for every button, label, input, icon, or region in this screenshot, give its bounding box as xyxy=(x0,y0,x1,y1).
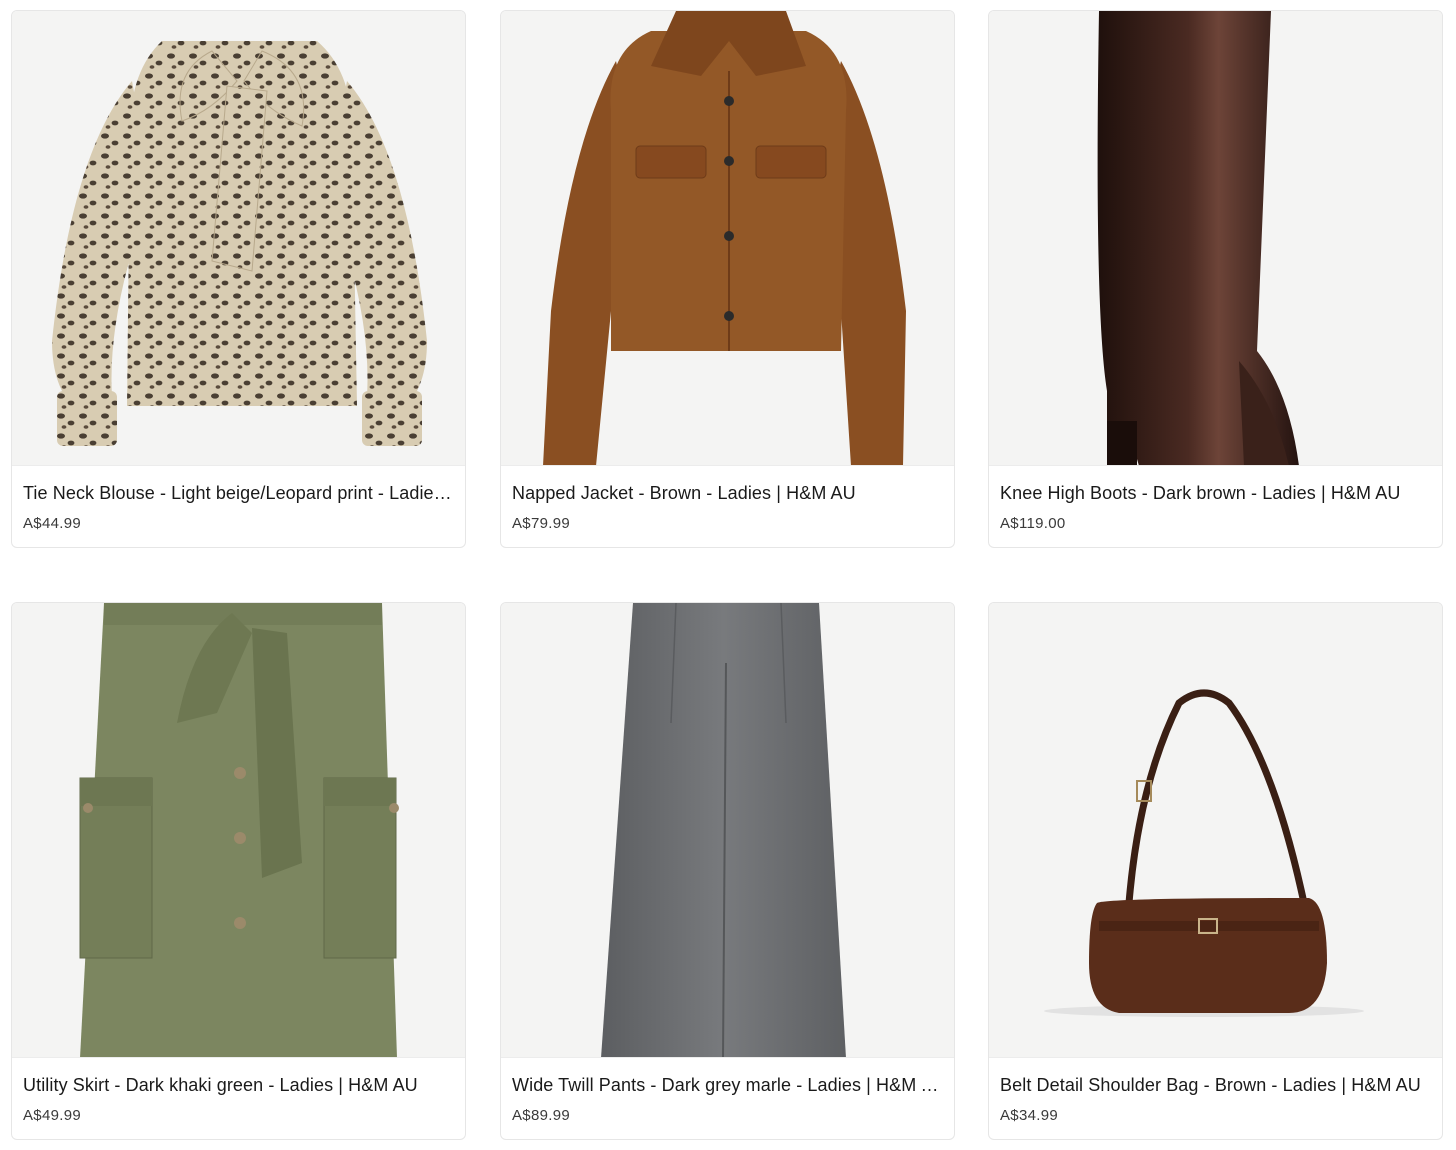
product-title[interactable]: Napped Jacket - Brown - Ladies | H&M AU xyxy=(512,483,944,504)
khaki-skirt-image[interactable] xyxy=(12,603,465,1058)
product-price: A$119.00 xyxy=(1000,515,1066,532)
product-title[interactable]: Utility Skirt - Dark khaki green - Ladie… xyxy=(23,1075,455,1096)
product-card[interactable]: Knee High Boots - Dark brown - Ladies | … xyxy=(988,10,1443,548)
knee-high-boot-image[interactable] xyxy=(989,11,1442,466)
product-price: A$49.99 xyxy=(23,1107,81,1124)
product-price: A$44.99 xyxy=(23,515,81,532)
product-title[interactable]: Belt Detail Shoulder Bag - Brown - Ladie… xyxy=(1000,1075,1432,1096)
product-card[interactable]: Napped Jacket - Brown - Ladies | H&M AU … xyxy=(500,10,955,548)
product-card[interactable]: Wide Twill Pants - Dark grey marle - Lad… xyxy=(500,602,955,1140)
product-title[interactable]: Knee High Boots - Dark brown - Ladies | … xyxy=(1000,483,1432,504)
grey-pants-image[interactable] xyxy=(501,603,954,1058)
shoulder-bag-image[interactable] xyxy=(989,603,1442,1058)
product-price: A$79.99 xyxy=(512,515,570,532)
product-card[interactable]: Utility Skirt - Dark khaki green - Ladie… xyxy=(11,602,466,1140)
product-price: A$89.99 xyxy=(512,1107,570,1124)
product-title[interactable]: Wide Twill Pants - Dark grey marle - Lad… xyxy=(512,1075,944,1096)
product-grid: Tie Neck Blouse - Light beige/Leopard pr… xyxy=(0,0,1456,1150)
leopard-blouse-image[interactable] xyxy=(12,11,465,466)
product-card[interactable]: Belt Detail Shoulder Bag - Brown - Ladie… xyxy=(988,602,1443,1140)
product-title[interactable]: Tie Neck Blouse - Light beige/Leopard pr… xyxy=(23,483,455,504)
product-price: A$34.99 xyxy=(1000,1107,1058,1124)
product-card[interactable]: Tie Neck Blouse - Light beige/Leopard pr… xyxy=(11,10,466,548)
brown-jacket-image[interactable] xyxy=(501,11,954,466)
